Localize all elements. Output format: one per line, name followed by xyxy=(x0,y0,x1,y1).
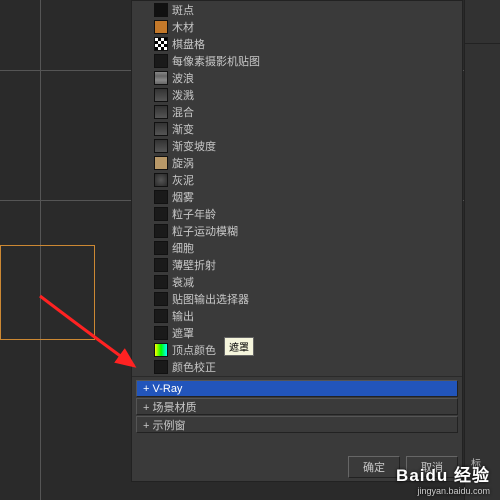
map-type-label: 木材 xyxy=(172,19,194,35)
map-type-label: 烟雾 xyxy=(172,189,194,205)
ok-button[interactable]: 确定 xyxy=(348,456,400,478)
map-swatch-icon xyxy=(154,122,168,136)
map-type-label: 遮罩 xyxy=(172,325,194,341)
viewport-selection-rect xyxy=(0,245,95,340)
category-row[interactable]: + 场景材质 xyxy=(136,398,458,415)
map-type-label: 细胞 xyxy=(172,240,194,256)
map-type-item[interactable]: 衰减 xyxy=(136,274,458,290)
map-type-label: 斑点 xyxy=(172,2,194,18)
map-swatch-icon xyxy=(154,156,168,170)
map-type-item[interactable]: 每像素摄影机贴图 xyxy=(136,53,458,69)
map-type-item[interactable]: 混合 xyxy=(136,104,458,120)
map-type-label: 顶点颜色 xyxy=(172,342,216,358)
map-type-item[interactable]: 贴图输出选择器 xyxy=(136,291,458,307)
map-type-item[interactable]: 木材 xyxy=(136,19,458,35)
map-swatch-icon xyxy=(154,258,168,272)
watermark-title: Baidu 经验 xyxy=(396,461,490,486)
map-swatch-icon xyxy=(154,207,168,221)
map-swatch-icon xyxy=(154,292,168,306)
map-swatch-icon xyxy=(154,326,168,340)
map-swatch-icon xyxy=(154,173,168,187)
map-type-label: 粒子运动模糊 xyxy=(172,223,238,239)
map-type-item[interactable]: 波浪 xyxy=(136,70,458,86)
map-swatch-icon xyxy=(154,241,168,255)
category-row[interactable]: + 示例窗 xyxy=(136,416,458,433)
map-type-item[interactable]: 泼溅 xyxy=(136,87,458,103)
map-type-label: 每像素摄影机贴图 xyxy=(172,53,260,69)
map-type-label: 贴图输出选择器 xyxy=(172,291,249,307)
watermark: Baidu 经验 jingyan.baidu.com xyxy=(396,461,490,496)
map-type-label: 旋涡 xyxy=(172,155,194,171)
map-type-item[interactable]: 遮罩 xyxy=(136,325,458,341)
map-type-label: 渐变坡度 xyxy=(172,138,216,154)
map-swatch-icon xyxy=(154,360,168,374)
map-type-label: 输出 xyxy=(172,308,194,324)
tooltip: 遮罩 xyxy=(224,337,254,356)
map-type-item[interactable]: 渐变坡度 xyxy=(136,138,458,154)
material-browser-panel: 斑点木材棋盘格每像素摄影机贴图波浪泼溅混合渐变渐变坡度旋涡灰泥烟雾粒子年龄粒子运… xyxy=(131,0,463,482)
map-type-item[interactable]: 烟雾 xyxy=(136,189,458,205)
map-swatch-icon xyxy=(154,309,168,323)
map-type-item[interactable]: 灰泥 xyxy=(136,172,458,188)
map-swatch-icon xyxy=(154,37,168,51)
map-type-label: 混合 xyxy=(172,104,194,120)
map-swatch-icon xyxy=(154,275,168,289)
map-swatch-icon xyxy=(154,20,168,34)
map-type-item[interactable]: 旋涡 xyxy=(136,155,458,171)
map-type-item[interactable]: 棋盘格 xyxy=(136,36,458,52)
right-sidebar: 标 xyxy=(464,0,500,500)
map-swatch-icon xyxy=(154,71,168,85)
map-swatch-icon xyxy=(154,190,168,204)
map-type-label: 粒子年龄 xyxy=(172,206,216,222)
map-type-list[interactable]: 斑点木材棋盘格每像素摄影机贴图波浪泼溅混合渐变渐变坡度旋涡灰泥烟雾粒子年龄粒子运… xyxy=(132,1,462,377)
map-type-item[interactable]: 细胞 xyxy=(136,240,458,256)
map-type-label: 棋盘格 xyxy=(172,36,205,52)
category-row[interactable]: + V-Ray xyxy=(136,380,458,397)
map-type-label: 灰泥 xyxy=(172,172,194,188)
map-swatch-icon xyxy=(154,139,168,153)
map-type-item[interactable]: 斑点 xyxy=(136,2,458,18)
map-type-item[interactable]: 顶点颜色 xyxy=(136,342,458,358)
map-type-label: 薄壁折射 xyxy=(172,257,216,273)
watermark-url: jingyan.baidu.com xyxy=(396,486,490,496)
map-type-item[interactable]: 粒子年龄 xyxy=(136,206,458,222)
map-swatch-icon xyxy=(154,54,168,68)
map-type-label: 渐变 xyxy=(172,121,194,137)
map-swatch-icon xyxy=(154,3,168,17)
map-type-label: 波浪 xyxy=(172,70,194,86)
map-type-label: 衰减 xyxy=(172,274,194,290)
map-type-label: 泼溅 xyxy=(172,87,194,103)
map-swatch-icon xyxy=(154,105,168,119)
map-type-item[interactable]: 输出 xyxy=(136,308,458,324)
map-type-label: 颜色校正 xyxy=(172,359,216,375)
map-swatch-icon xyxy=(154,88,168,102)
map-type-item[interactable]: 渐变 xyxy=(136,121,458,137)
map-type-item[interactable]: 薄壁折射 xyxy=(136,257,458,273)
map-type-item[interactable]: 粒子运动模糊 xyxy=(136,223,458,239)
map-swatch-icon xyxy=(154,343,168,357)
map-type-item[interactable]: 颜色校正 xyxy=(136,359,458,375)
map-swatch-icon xyxy=(154,224,168,238)
